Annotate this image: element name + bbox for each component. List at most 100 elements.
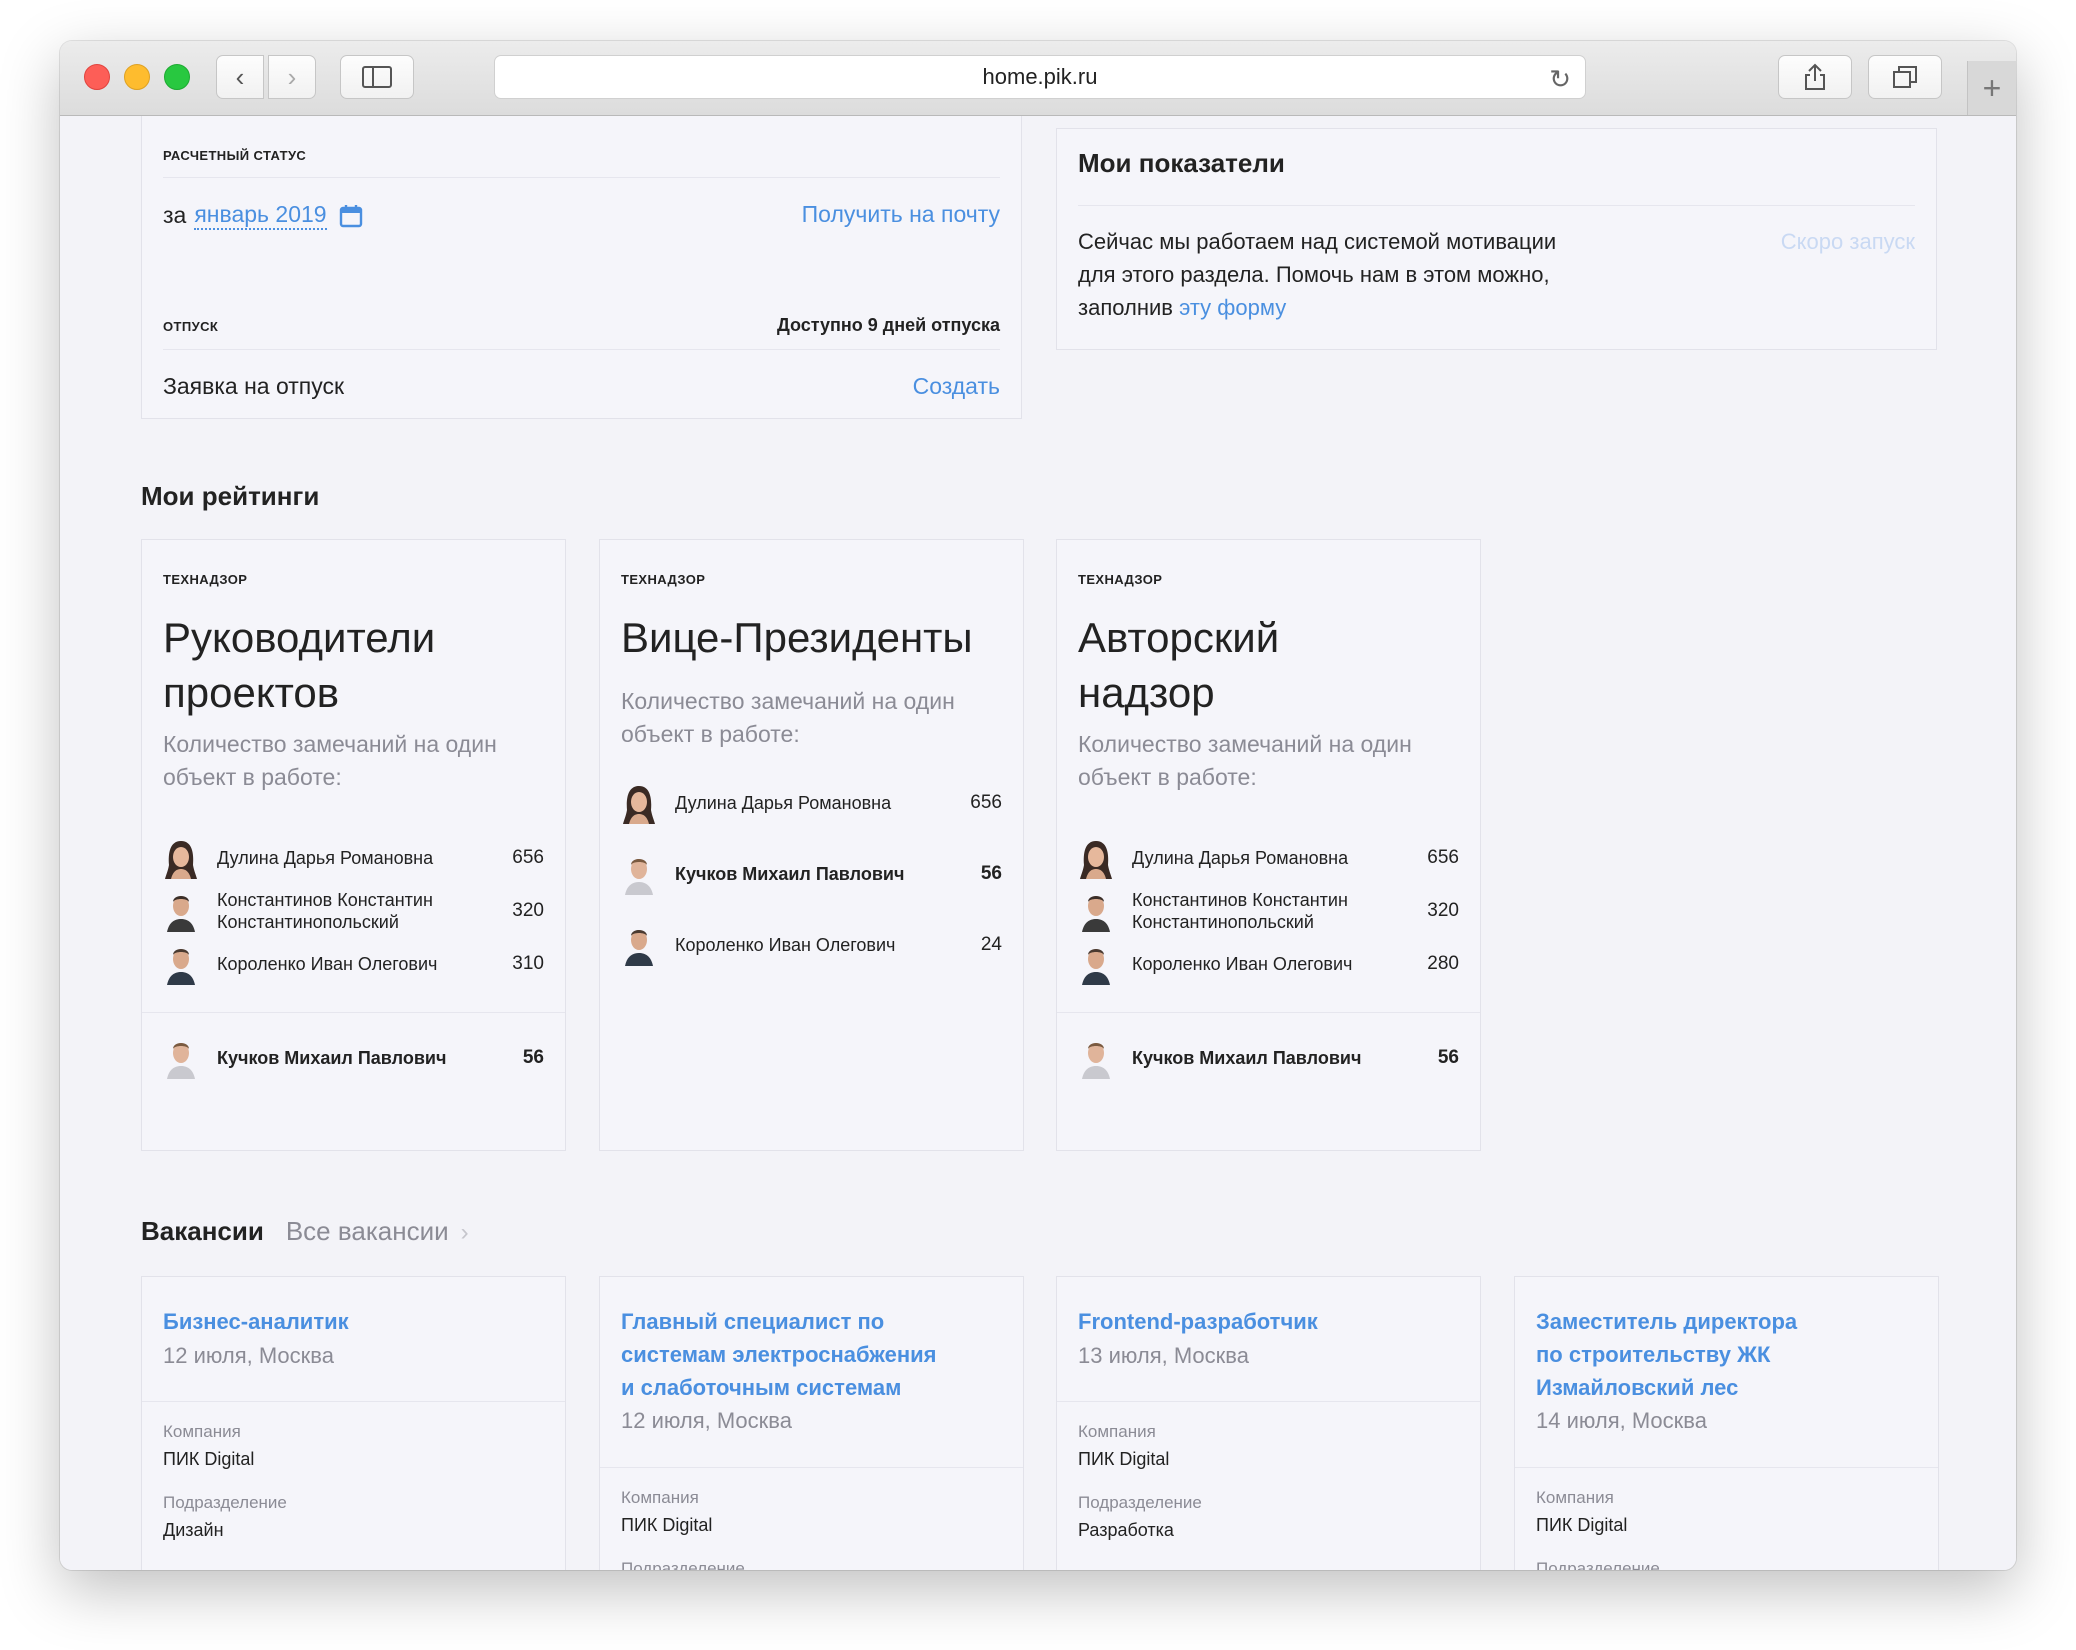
person-score: 656 xyxy=(512,847,544,868)
person-name: Короленко Иван Олегович xyxy=(675,935,896,955)
rating-description: Количество замечаний на один объект в ра… xyxy=(1078,728,1458,794)
rating-row-me[interactable]: Кучков Михаил Павлович 56 xyxy=(163,1033,544,1083)
vacancy-title[interactable]: Главный специалист по системам электросн… xyxy=(621,1305,981,1404)
avatar-male xyxy=(163,890,199,932)
new-tab-button[interactable]: + xyxy=(1967,61,2016,115)
all-vacancies-link[interactable]: Все вакансии xyxy=(286,1216,449,1247)
vacancy-title[interactable]: Заместитель директора по строительству Ж… xyxy=(1536,1305,1896,1404)
period-prefix: за xyxy=(163,202,187,228)
rating-card-author-supervision: ТЕХНАДЗОР Авторский надзор Количество за… xyxy=(1056,539,1481,1151)
chevron-left-icon: ‹ xyxy=(235,61,245,92)
get-by-email-link[interactable]: Получить на почту xyxy=(802,201,1000,228)
rating-row[interactable]: Константинов Константин Константинопольс… xyxy=(1078,886,1459,936)
person-name: Кучков Михаил Павлович xyxy=(217,1048,447,1068)
department-label: Подразделение xyxy=(1078,1493,1202,1512)
vacancy-title[interactable]: Frontend-разработчик xyxy=(1078,1305,1438,1338)
vacancy-card[interactable]: Главный специалист по системам электросн… xyxy=(599,1276,1024,1570)
person-name: Дулина Дарья Романовна xyxy=(675,793,892,813)
vacancy-card[interactable]: Заместитель директора по строительству Ж… xyxy=(1514,1276,1939,1570)
divider xyxy=(142,1012,565,1013)
avatar-male xyxy=(621,924,657,966)
rating-caps: ТЕХНАДЗОР xyxy=(621,572,706,587)
plus-icon: + xyxy=(1982,69,2002,106)
rating-desc-line: объект в работе: xyxy=(163,764,342,790)
rating-row[interactable]: Дулина Дарья Романовна 656 xyxy=(163,833,544,883)
chevron-right-icon: › xyxy=(460,1219,469,1246)
vacancy-card[interactable]: Бизнес-аналитик 12 июля, Москва Компания… xyxy=(141,1276,566,1570)
avatar-female xyxy=(163,837,199,879)
minimize-window-button[interactable] xyxy=(124,64,150,90)
person-name: Короленко Иван Олегович xyxy=(217,953,494,975)
rating-row[interactable]: Дулина Дарья Романовна 656 xyxy=(621,778,1002,828)
rating-description: Количество замечаний на один объект в ра… xyxy=(163,728,543,794)
rating-row[interactable]: Константинов Константин Константинопольс… xyxy=(163,886,544,936)
settlement-caps: РАСЧЕТНЫЙ СТАТУС xyxy=(163,148,307,163)
vacancy-card[interactable]: Frontend-разработчик 13 июля, Москва Ком… xyxy=(1056,1276,1481,1570)
rating-row[interactable]: Короленко Иван Олегович 310 xyxy=(163,939,544,989)
share-icon xyxy=(1805,63,1825,90)
tabs-icon xyxy=(1893,66,1917,88)
forward-button[interactable]: › xyxy=(268,55,316,99)
vacancy-date: 12 июля, Москва xyxy=(163,1343,334,1368)
browser-toolbar: ‹ › home.pik.ru ↻ + xyxy=(60,41,2016,116)
create-vacation-link[interactable]: Создать xyxy=(913,373,1000,400)
indicators-text-line: заполнив эту форму xyxy=(1078,291,1638,324)
divider xyxy=(1057,1401,1480,1402)
sidebar-toggle-button[interactable] xyxy=(340,55,414,99)
vacancy-date: 13 июля, Москва xyxy=(1078,1343,1249,1368)
rating-description: Количество замечаний на один объект в ра… xyxy=(621,685,1001,751)
page-content: РАСЧЕТНЫЙ СТАТУС за январь 2019 Получить… xyxy=(60,116,2016,1570)
rating-desc-line: Количество замечаний на один xyxy=(163,731,497,757)
rating-row-me[interactable]: Кучков Михаил Павлович 56 xyxy=(1078,1033,1459,1083)
company-label: Компания xyxy=(621,1488,699,1507)
divider xyxy=(1515,1467,1938,1468)
rating-row-me[interactable]: Кучков Михаил Павлович 56 xyxy=(621,849,1002,899)
person-score: 24 xyxy=(980,934,1002,955)
department-value: Разработка xyxy=(1078,1520,1174,1540)
department-label: Подразделение xyxy=(163,1493,287,1512)
vacancy-date: 14 июля, Москва xyxy=(1536,1408,1707,1433)
vacancy-date: 12 июля, Москва xyxy=(621,1408,792,1433)
period-month-link[interactable]: январь 2019 xyxy=(194,201,327,230)
vacancy-title-line: и слаботочным системам xyxy=(621,1375,902,1400)
vacancy-title-line: Заместитель директора xyxy=(1536,1309,1798,1334)
rating-caps: ТЕХНАДЗОР xyxy=(163,572,248,587)
vacation-request-label: Заявка на отпуск xyxy=(163,373,345,399)
person-score: 56 xyxy=(980,863,1002,884)
ratings-heading: Мои рейтинги xyxy=(141,481,320,511)
share-button[interactable] xyxy=(1778,55,1852,99)
rating-title-line: Вице-Президенты xyxy=(621,614,973,661)
vacancies-header: Вакансии Все вакансии › xyxy=(141,1216,469,1247)
vacancies-heading: Вакансии xyxy=(141,1216,264,1246)
person-name: Дулина Дарья Романовна xyxy=(217,847,494,869)
feedback-form-link[interactable]: эту форму xyxy=(1179,295,1286,320)
rating-row[interactable]: Дулина Дарья Романовна 656 xyxy=(1078,833,1459,883)
rating-title: Руководители проектов xyxy=(163,610,563,720)
rating-row[interactable]: Короленко Иван Олегович 280 xyxy=(1078,939,1459,989)
close-window-button[interactable] xyxy=(84,64,110,90)
rating-desc-line: объект в работе: xyxy=(1078,764,1257,790)
rating-card-project-managers: ТЕХНАДЗОР Руководители проектов Количест… xyxy=(141,539,566,1151)
rating-row[interactable]: Короленко Иван Олегович 24 xyxy=(621,920,1002,970)
avatar-male xyxy=(621,853,657,895)
zoom-window-button[interactable] xyxy=(164,64,190,90)
reload-icon[interactable]: ↻ xyxy=(1549,64,1571,95)
address-bar[interactable]: home.pik.ru ↻ xyxy=(494,55,1586,99)
avatar-female xyxy=(621,782,657,824)
person-name-line: Дулина Дарья Романовна xyxy=(1132,848,1349,868)
avatar-male xyxy=(1078,1037,1114,1079)
person-score: 280 xyxy=(1427,953,1459,974)
rating-title-line: проектов xyxy=(163,669,340,716)
vacancy-title-line: по строительству ЖК xyxy=(1536,1342,1771,1367)
period-row: за январь 2019 xyxy=(163,201,363,230)
rating-card-vice-presidents: ТЕХНАДЗОР Вице-Президенты Количество зам… xyxy=(599,539,1024,1151)
calendar-icon[interactable] xyxy=(339,204,363,228)
vacancy-title[interactable]: Бизнес-аналитик xyxy=(163,1305,523,1338)
tabs-overview-button[interactable] xyxy=(1868,55,1942,99)
chevron-right-icon: › xyxy=(287,61,297,92)
sidebar-icon xyxy=(362,66,392,88)
vacancy-title-line: Frontend-разработчик xyxy=(1078,1309,1318,1334)
indicators-title: Мои показатели xyxy=(1078,148,1285,178)
back-button[interactable]: ‹ xyxy=(216,55,264,99)
rating-title: Авторский надзор xyxy=(1078,610,1478,720)
